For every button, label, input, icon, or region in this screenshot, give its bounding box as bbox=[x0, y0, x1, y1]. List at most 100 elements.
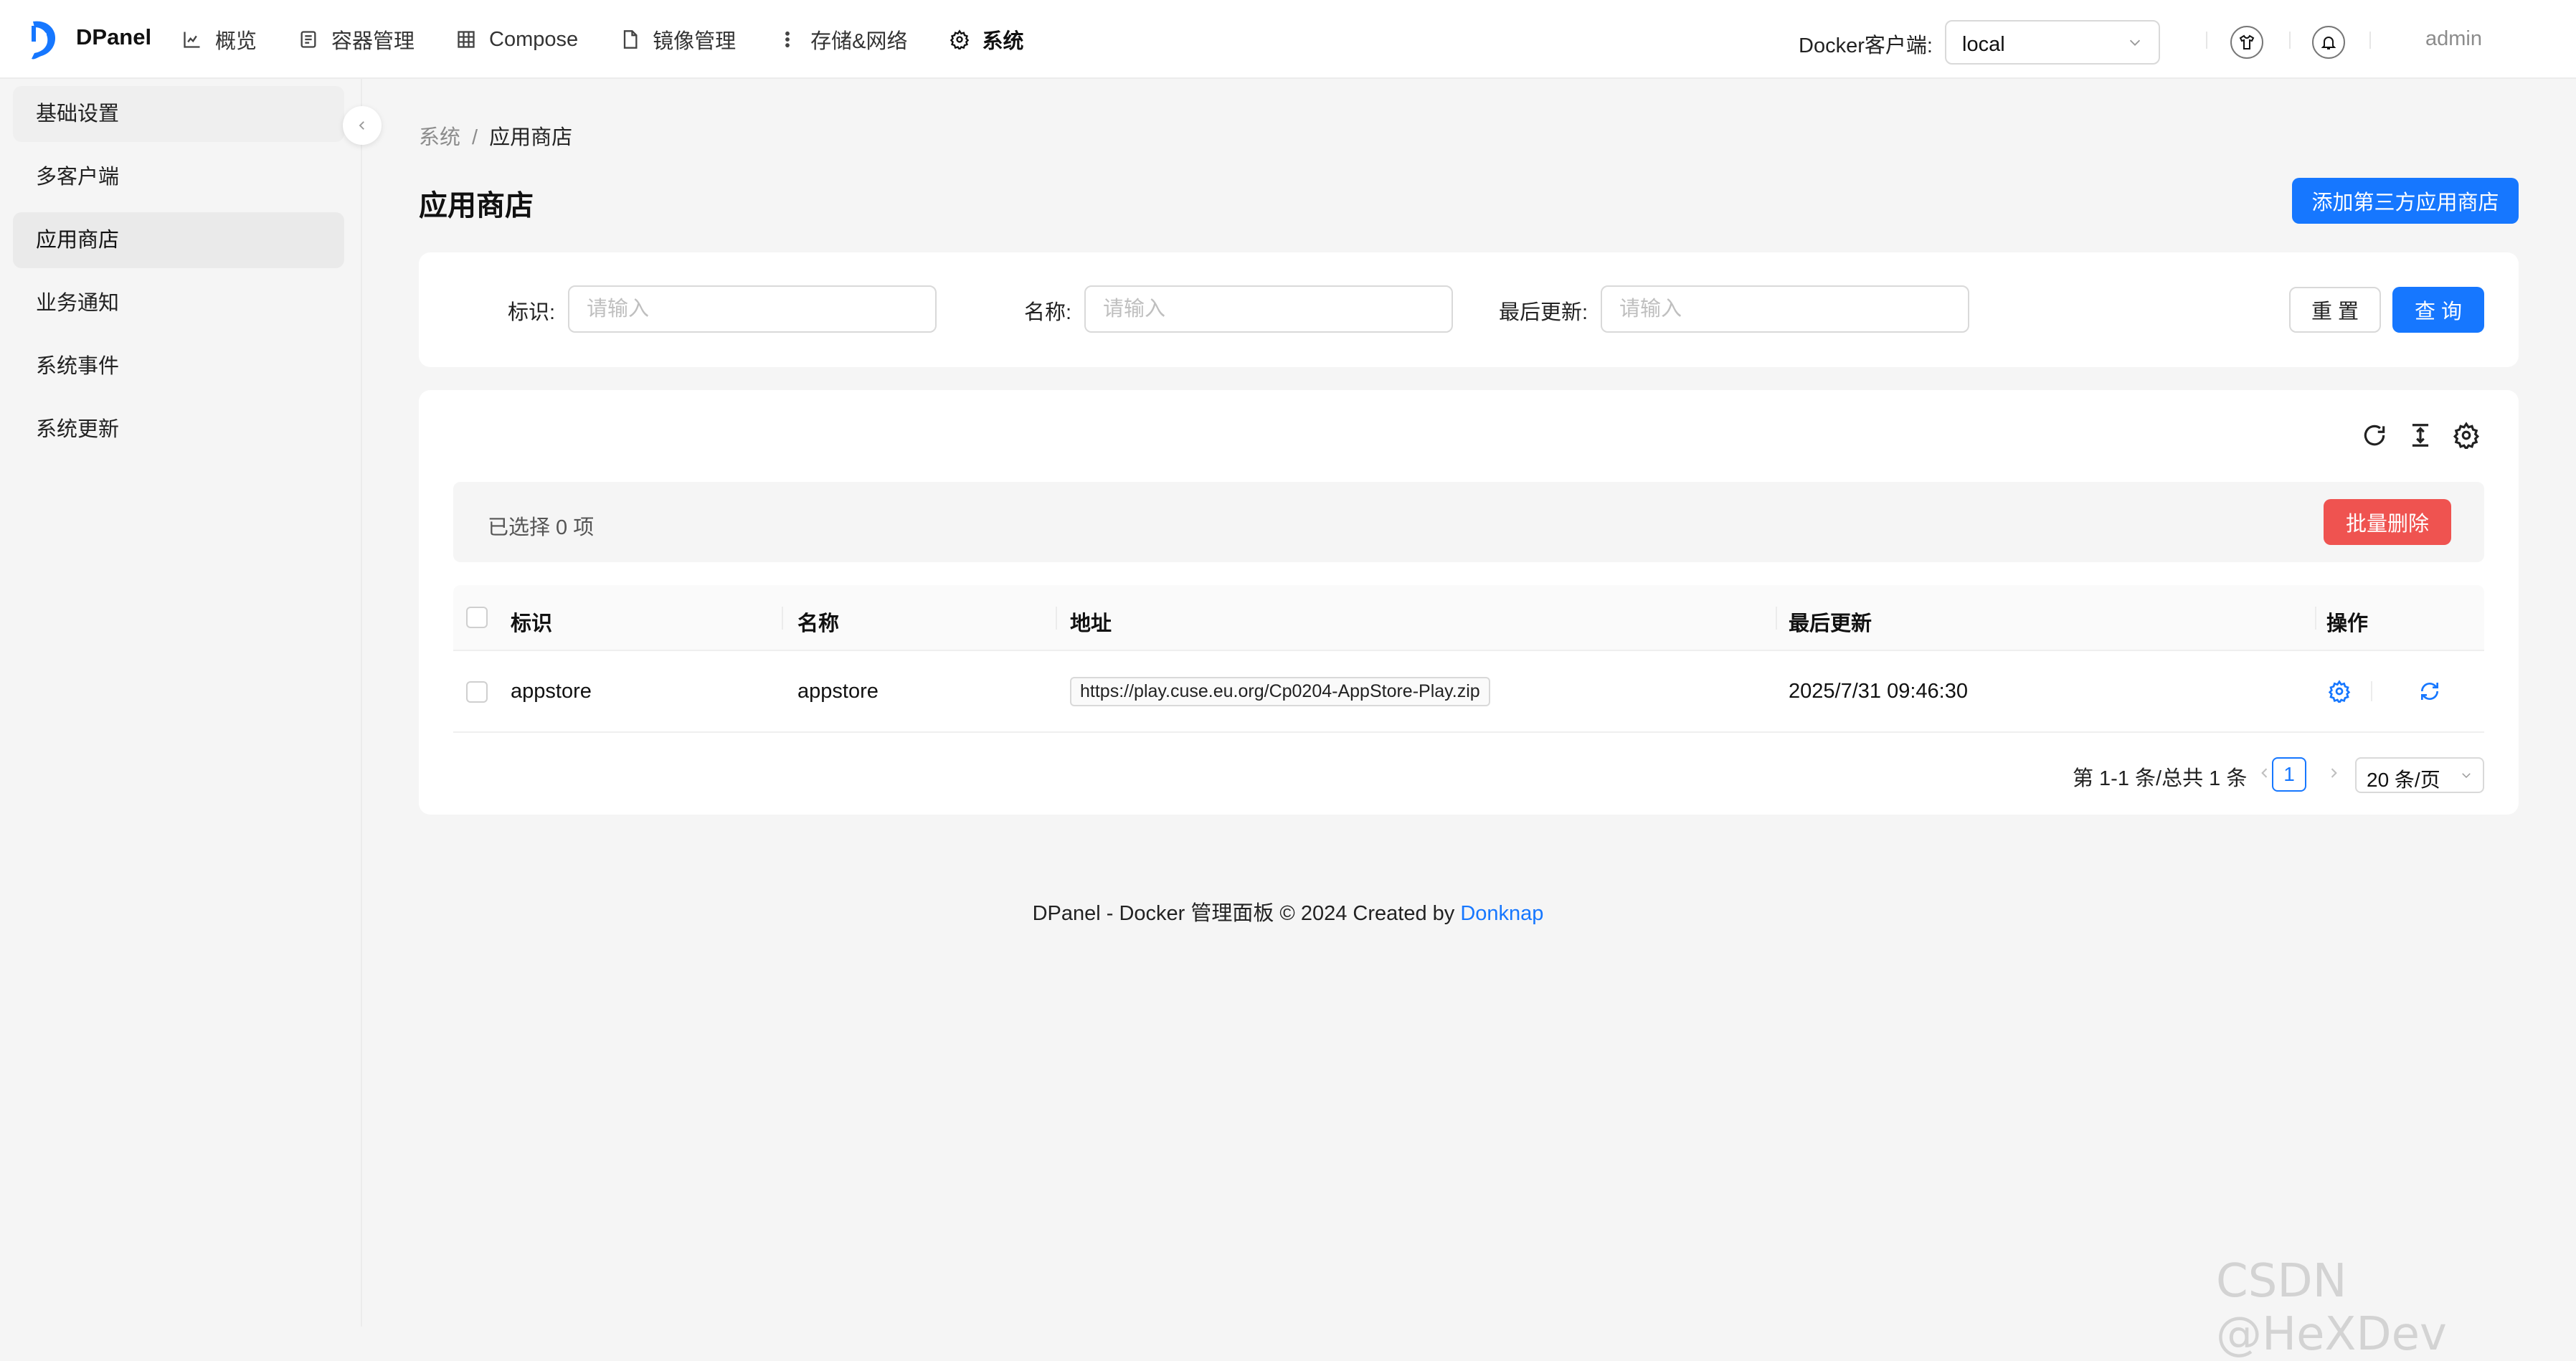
sidebar-item-app-store[interactable]: 应用商店 bbox=[13, 212, 344, 268]
selection-count: 已选择 0 项 bbox=[488, 516, 595, 539]
pagination-prev-button[interactable] bbox=[2258, 766, 2272, 780]
compose-icon bbox=[458, 31, 475, 48]
sidebar-item-system-events[interactable]: 系统事件 bbox=[13, 338, 344, 394]
page-title: 应用商店 bbox=[419, 190, 534, 222]
column-divider bbox=[1056, 607, 1057, 630]
selection-bar: 已选择 0 项 批量删除 bbox=[453, 482, 2484, 562]
docker-client-select[interactable]: local bbox=[1945, 20, 2160, 65]
select-all-checkbox[interactable] bbox=[466, 607, 488, 628]
sidebar-collapse-button[interactable] bbox=[343, 106, 382, 145]
column-divider bbox=[2315, 607, 2316, 630]
sync-icon bbox=[2421, 683, 2438, 700]
nav-label: 镜像管理 bbox=[653, 30, 737, 53]
user-menu[interactable]: admin bbox=[2425, 27, 2482, 51]
nav-label: 概览 bbox=[215, 30, 257, 53]
footer: DPanel - Docker 管理面板 © 2024 Created by D… bbox=[0, 896, 2576, 926]
column-header-updated[interactable]: 最后更新 bbox=[1789, 607, 1872, 637]
reload-button[interactable] bbox=[2361, 422, 2388, 449]
filter-label-id: 标识: bbox=[508, 301, 556, 324]
filter-id-input[interactable] bbox=[568, 285, 937, 333]
row-sync-button[interactable] bbox=[2418, 680, 2441, 703]
nav-label: 存储&网络 bbox=[810, 30, 908, 53]
query-button[interactable]: 查 询 bbox=[2392, 287, 2484, 333]
sidebar-item-basic-settings[interactable]: 基础设置 bbox=[13, 86, 344, 142]
dpanel-logo-icon[interactable] bbox=[27, 19, 62, 60]
filter-label-updated: 最后更新: bbox=[1499, 301, 1588, 324]
footer-author-link[interactable]: Donknap bbox=[1460, 902, 1543, 925]
breadcrumb: 系统 / 应用商店 bbox=[419, 120, 572, 151]
sidebar-item-system-update[interactable]: 系统更新 bbox=[13, 402, 344, 457]
density-button[interactable] bbox=[2407, 422, 2434, 449]
container-icon bbox=[300, 31, 316, 48]
watermark: CSDN @HeXDev bbox=[2216, 1255, 2447, 1361]
pagination-page[interactable]: 1 bbox=[2272, 757, 2306, 792]
docker-client-value: local bbox=[1962, 33, 2005, 56]
top-bar: DPanel 概览 容器管理 Compose 镜像管理 存储&网络 系统 Doc… bbox=[0, 0, 2576, 79]
header-divider bbox=[2289, 32, 2291, 49]
reload-icon bbox=[2364, 425, 2385, 446]
filter-label-name: 名称: bbox=[1024, 301, 1072, 324]
breadcrumb-system[interactable]: 系统 bbox=[419, 126, 460, 149]
sidebar-item-multi-client[interactable]: 多客户端 bbox=[13, 149, 344, 205]
nav-containers[interactable]: 容器管理 bbox=[298, 24, 415, 54]
action-divider bbox=[2371, 681, 2372, 701]
reset-button[interactable]: 重 置 bbox=[2289, 287, 2381, 333]
footer-text: DPanel - Docker 管理面板 © 2024 Created by bbox=[1032, 902, 1461, 925]
nav-label: 容器管理 bbox=[331, 30, 415, 53]
sidebar: 基础设置 多客户端 应用商店 业务通知 系统事件 系统更新 bbox=[0, 79, 362, 1327]
chart-icon bbox=[184, 32, 200, 48]
brand-name[interactable]: DPanel bbox=[76, 24, 151, 50]
cell-updated: 2025/7/31 09:46:30 bbox=[1789, 680, 1968, 703]
row-checkbox[interactable] bbox=[466, 681, 488, 703]
table-row: appstore appstore https://play.cuse.eu.o… bbox=[453, 651, 2484, 733]
header-divider bbox=[2369, 32, 2371, 49]
file-icon bbox=[623, 30, 638, 49]
breadcrumb-current: 应用商店 bbox=[489, 126, 573, 149]
batch-delete-button[interactable]: 批量删除 bbox=[2324, 499, 2451, 545]
row-settings-button[interactable] bbox=[2328, 680, 2351, 705]
bell-icon bbox=[2321, 37, 2336, 49]
shirt-icon bbox=[2239, 34, 2255, 49]
column-header-name[interactable]: 名称 bbox=[797, 607, 839, 637]
chevron-down-icon bbox=[2462, 773, 2471, 779]
nav-overview[interactable]: 概览 bbox=[182, 24, 257, 54]
header-divider bbox=[2206, 32, 2207, 49]
chevron-right-icon bbox=[2331, 768, 2337, 778]
table-header: 标识 名称 地址 最后更新 操作 bbox=[453, 585, 2484, 651]
pagination-next-button[interactable] bbox=[2326, 766, 2341, 780]
cell-name: appstore bbox=[797, 680, 879, 703]
pagination-total: 第 1-1 条/总共 1 条 bbox=[2073, 767, 2248, 790]
column-height-icon bbox=[2412, 424, 2429, 447]
notification-button[interactable] bbox=[2312, 26, 2345, 59]
docker-client-label: Docker客户端: bbox=[1799, 34, 1933, 57]
nav-storage-network[interactable]: 存储&网络 bbox=[777, 24, 908, 54]
nav-label: 系统 bbox=[982, 30, 1024, 53]
chevron-down-icon bbox=[2129, 39, 2141, 46]
sidebar-item-notifications[interactable]: 业务通知 bbox=[13, 275, 344, 331]
cell-url-tag: https://play.cuse.eu.org/Cp0204-AppStore… bbox=[1070, 677, 1490, 706]
column-header-url[interactable]: 地址 bbox=[1070, 607, 1112, 637]
nav-images[interactable]: 镜像管理 bbox=[620, 24, 736, 54]
gear-icon bbox=[950, 29, 969, 49]
more-vertical-icon bbox=[785, 31, 790, 48]
breadcrumb-separator: / bbox=[472, 126, 478, 149]
theme-button[interactable] bbox=[2230, 26, 2263, 59]
gear-icon bbox=[2453, 422, 2480, 451]
page-size-value: 20 条/页 bbox=[2367, 769, 2440, 791]
page-size-select[interactable]: 20 条/页 bbox=[2355, 757, 2484, 793]
column-header-id[interactable]: 标识 bbox=[511, 607, 552, 637]
filter-name-input[interactable] bbox=[1084, 285, 1453, 333]
column-header-actions: 操作 bbox=[2326, 612, 2369, 635]
add-third-party-store-button[interactable]: 添加第三方应用商店 bbox=[2292, 178, 2519, 224]
chevron-left-icon bbox=[359, 121, 364, 130]
nav-compose[interactable]: Compose bbox=[456, 28, 578, 52]
nav-label: Compose bbox=[489, 27, 579, 51]
cell-id: appstore bbox=[511, 680, 592, 703]
nav-system[interactable]: 系统 bbox=[950, 24, 1024, 54]
main-nav: 概览 容器管理 Compose 镜像管理 存储&网络 系统 bbox=[182, 0, 1066, 79]
table-settings-button[interactable] bbox=[2453, 422, 2480, 451]
chevron-left-icon bbox=[2261, 768, 2268, 778]
column-divider bbox=[782, 607, 783, 630]
gear-icon bbox=[2328, 680, 2351, 705]
filter-updated-input[interactable] bbox=[1601, 285, 1969, 333]
